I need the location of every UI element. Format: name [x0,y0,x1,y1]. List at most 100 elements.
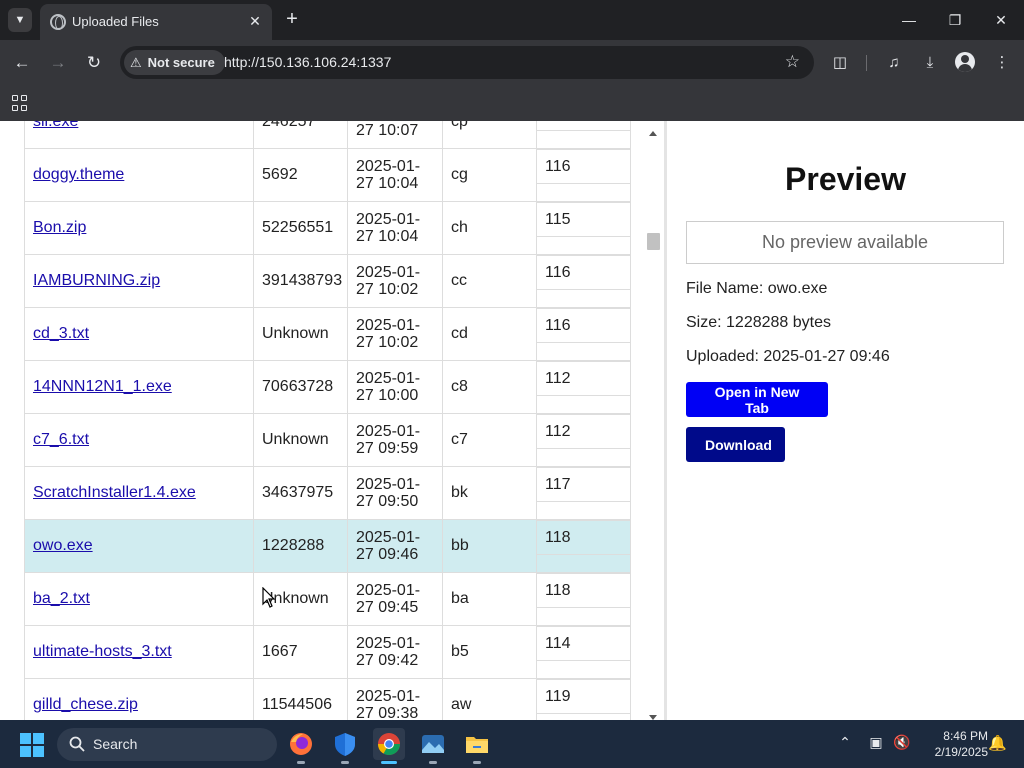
file-size-cell: Unknown [253,413,348,467]
new-tab-plus-icon[interactable]: + [281,8,303,30]
file-link[interactable]: Bon.zip [33,219,86,236]
tab-search-chevron-icon[interactable]: ▼ [8,8,32,32]
url-text[interactable]: http://150.136.106.24:1337 [224,54,391,70]
count-cell: 116 [536,254,631,308]
file-link[interactable]: IAMBURNING.zip [33,272,160,289]
apps-grid-icon[interactable] [12,95,28,111]
table-row[interactable]: sli.exe 2462572025-01-27 10:07cp [24,121,631,149]
count-field: 116 [537,308,630,343]
reload-icon[interactable]: ↻ [81,50,107,76]
download-icon[interactable]: ⤓ [919,52,941,74]
file-size-line: Size: 1228288 bytes [686,314,831,331]
count-field: 115 [537,202,630,237]
upload-date-cell: 2025-01-27 09:42 [347,625,443,679]
file-size-cell: Unknown [253,307,348,361]
extensions-puzzle-icon[interactable]: ◫ [829,52,851,74]
table-row[interactable]: gilld_chese.zip 11544506 2025-01-27 09:38 a… [24,678,631,720]
count-cell: 116 [536,307,631,361]
table-row[interactable]: ba_2.txt Unknown 2025-01-27 09:45 ba 118 [24,572,631,626]
file-explorer-icon[interactable] [461,728,493,764]
upload-date-cell: 2025-01-27 10:02 [347,254,443,308]
count-cell: 116 [536,148,631,202]
globe-icon [50,14,66,30]
count-field: 118 [537,573,630,608]
file-link[interactable]: ultimate-hosts_3.txt [33,643,172,660]
taskbar-search[interactable]: Search [57,728,277,761]
file-link[interactable]: ScratchInstaller1.4.exe [33,484,196,501]
browser-title-bar: ▼ Uploaded Files ✕ + — ❐ ✕ [0,0,1024,40]
file-code-cell: c8 [442,360,537,414]
table-row[interactable]: Bon.zip 52256551 2025-01-27 10:04 ch 115 [24,201,631,255]
file-link[interactable]: ba_2.txt [33,590,90,607]
back-arrow-icon[interactable]: ← [9,50,35,76]
tab-title: Uploaded Files [72,14,159,29]
file-size-cell: 1667 [253,625,348,679]
file-name-line: File Name: owo.exe [686,280,828,297]
file-link[interactable]: cd_3.txt [33,325,89,342]
file-link[interactable]: doggy.theme [33,166,124,183]
count-cell: 115 [536,201,631,255]
table-row[interactable]: ultimate-hosts_3.txt 1667 2025-01-27 09:42… [24,625,631,679]
count-field: 112 [537,361,630,396]
bookmarks-bar [0,85,1024,121]
close-tab-icon[interactable]: ✕ [246,12,264,30]
count-cell: 117 [536,466,631,520]
table-row[interactable]: 14NNN12N1_1.exe 70663728 2025-01-27 10:00 c… [24,360,631,414]
tray-chevron-up-icon[interactable]: ⌃ [835,734,855,751]
file-size-cell: 246257 [253,121,348,149]
restore-icon[interactable]: ❐ [940,6,970,34]
open-in-new-tab-button[interactable]: Open in New Tab [686,382,828,417]
file-code-cell: bk [442,466,537,520]
file-code-cell: aw [442,678,537,720]
security-chip[interactable]: ⚠ Not secure [124,50,225,75]
photos-app-icon[interactable] [417,728,449,764]
file-name-cell: owo.exe [24,519,254,573]
profile-avatar-icon[interactable] [955,52,975,72]
file-size-cell: 70663728 [253,360,348,414]
file-link[interactable]: gilld_chese.zip [33,696,138,713]
minimize-icon[interactable]: — [894,6,924,34]
media-control-icon[interactable]: ♫ [883,52,905,74]
count-field: 117 [537,467,630,502]
file-name-cell: ScratchInstaller1.4.exe [24,466,254,520]
windows-start-icon[interactable] [20,733,44,757]
table-row[interactable]: owo.exe 1228288 2025-01-27 09:46 bb 118 [24,519,631,573]
table-row[interactable]: c7_6.txt Unknown 2025-01-27 09:59 c7 112 [24,413,631,467]
close-window-icon[interactable]: ✕ [986,6,1016,34]
more-menu-icon[interactable]: ⋮ [991,52,1013,74]
list-scrollbar[interactable] [644,121,664,720]
file-name-cell: Bon.zip [24,201,254,255]
browser-tab[interactable]: Uploaded Files ✕ [40,4,272,40]
count-cell: 112 [536,413,631,467]
volume-muted-icon[interactable]: 🔇 [892,734,912,751]
firefox-icon[interactable] [285,728,317,764]
scroll-up-arrow-icon[interactable] [649,131,657,136]
count-field: 114 [537,626,630,661]
file-list-pane[interactable]: sli.exe2462572025-01-27 10:07cpdoggy.the… [0,121,664,720]
network-display-icon[interactable]: ▣ [866,734,886,751]
bookmark-star-icon[interactable]: ☆ [785,52,800,72]
file-link[interactable]: sli.exe [33,121,78,130]
table-row[interactable]: cd_3.txt Unknown 2025-01-27 10:02 cd 116 [24,307,631,361]
file-name-cell: sli.exe [24,121,254,149]
table-row[interactable]: ScratchInstaller1.4.exe 34637975 2025-01-2… [24,466,631,520]
notification-bell-icon[interactable]: 🔔 [988,734,1007,752]
count-field: 118 [537,520,630,555]
taskbar-clock[interactable]: 8:46 PM 2/19/2025 [916,728,988,760]
forward-arrow-icon[interactable]: → [45,50,71,76]
file-link[interactable]: 14NNN12N1_1.exe [33,378,172,395]
download-button[interactable]: Download [686,427,785,462]
scroll-thumb[interactable] [647,233,660,250]
defender-shield-icon[interactable] [329,728,361,764]
count-cell: 118 [536,519,631,573]
count-field: 116 [537,149,630,184]
table-row[interactable]: doggy.theme 5692 2025-01-27 10:04 cg 116 [24,148,631,202]
table-row[interactable]: IAMBURNING.zip 391438793 2025-01-27 10:02 c… [24,254,631,308]
address-bar[interactable]: ⚠ Not secure http://150.136.106.24:1337 … [120,46,814,79]
preview-placeholder: No preview available [686,221,1004,264]
file-link[interactable]: c7_6.txt [33,431,89,448]
file-name-cell: ultimate-hosts_3.txt [24,625,254,679]
chrome-icon[interactable] [373,728,405,764]
file-code-cell: c7 [442,413,537,467]
file-link[interactable]: owo.exe [33,537,93,554]
